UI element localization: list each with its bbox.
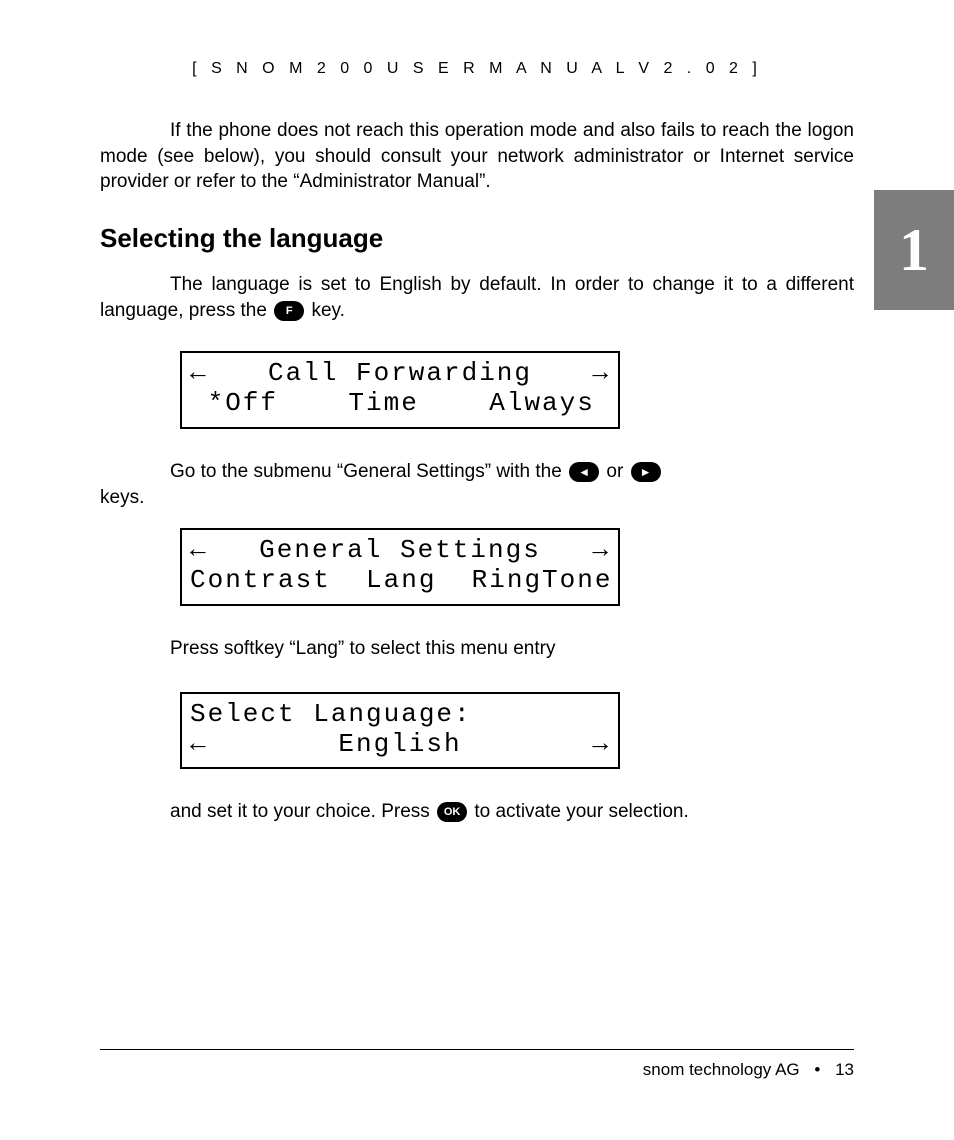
footer-page-number: 13: [835, 1060, 854, 1079]
lcd2-right-arrow: →: [592, 536, 610, 566]
left-arrow-key-icon: ◄: [569, 462, 599, 482]
lcd3-title: Select Language:: [190, 700, 610, 730]
language-paragraph: The language is set to English by defaul…: [100, 272, 854, 323]
section-heading: Selecting the language: [100, 223, 854, 254]
chapter-tab: 1: [874, 190, 954, 310]
intro-paragraph: If the phone does not reach this operati…: [100, 118, 854, 195]
submenu-paragraph: Go to the submenu “General Settings” wit…: [100, 459, 854, 510]
activate-text-b: to activate your selection.: [469, 801, 689, 822]
page-header: [ S N O M 2 0 0 U S E R M A N U A L V 2 …: [100, 60, 854, 78]
footer-company: snom technology AG: [643, 1060, 800, 1079]
lcd2-options: Contrast Lang RingTone: [190, 566, 610, 596]
lcd3-right-arrow: →: [592, 730, 610, 760]
footer-bullet-icon: •: [814, 1060, 820, 1079]
lcd1-options: *Off Time Always: [190, 389, 610, 419]
f-key-icon: F: [274, 301, 304, 321]
lcd1-right-arrow: →: [592, 359, 610, 389]
right-arrow-key-icon: ►: [631, 462, 661, 482]
activate-text-a: and set it to your choice. Press: [170, 801, 435, 822]
submenu-text-b: or: [601, 461, 628, 482]
lang-text-b: key.: [306, 300, 345, 321]
lcd2-title: General Settings: [259, 536, 541, 566]
lcd-general-settings: ← General Settings → Contrast Lang RingT…: [180, 528, 620, 606]
lcd1-left-arrow: ←: [190, 359, 208, 389]
press-softkey-text: Press softkey “Lang” to select this menu…: [100, 636, 854, 662]
lcd-select-language: Select Language: ← English →: [180, 692, 620, 770]
lcd3-left-arrow: ←: [190, 730, 208, 760]
lang-text-a: The language is set to English by defaul…: [100, 274, 854, 321]
lcd1-title: Call Forwarding: [268, 359, 532, 389]
activate-paragraph: and set it to your choice. Press OK to a…: [100, 799, 854, 825]
submenu-text-c: keys.: [100, 485, 854, 511]
lcd-call-forwarding: ← Call Forwarding → *Off Time Always: [180, 351, 620, 429]
page-footer: snom technology AG • 13: [100, 1049, 854, 1080]
lcd3-value: English: [338, 730, 461, 760]
submenu-text-a: Go to the submenu “General Settings” wit…: [170, 461, 567, 482]
lcd2-left-arrow: ←: [190, 536, 208, 566]
ok-key-icon: OK: [437, 802, 467, 822]
